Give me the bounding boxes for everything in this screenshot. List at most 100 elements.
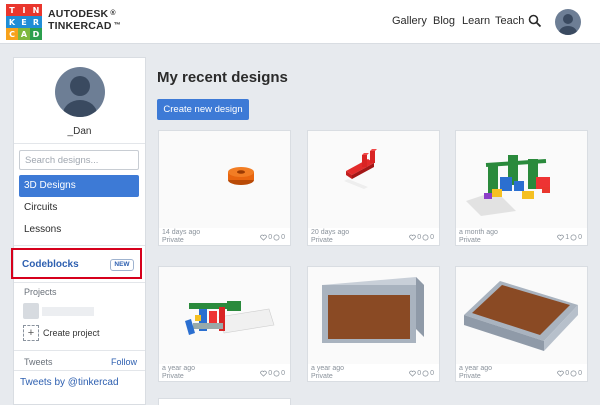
design-thumbnail-brown-box[interactable] bbox=[308, 267, 439, 364]
design-thumbnail-orange-ring[interactable] bbox=[159, 131, 290, 228]
card-privacy: Private bbox=[311, 237, 333, 244]
logo-letter: C bbox=[6, 28, 18, 40]
like-count: 1 bbox=[565, 234, 570, 241]
comment-count: 0 bbox=[281, 234, 285, 241]
page-title: My recent designs bbox=[157, 69, 288, 86]
card-privacy: Private bbox=[459, 373, 481, 380]
card-privacy: Private bbox=[459, 237, 481, 244]
card-date: 20 days ago bbox=[311, 229, 350, 236]
comment-count: 0 bbox=[578, 370, 582, 377]
create-project-label: Create project bbox=[43, 328, 100, 338]
comment-icon[interactable] bbox=[273, 370, 280, 377]
card-stats: 0 0 bbox=[260, 234, 285, 241]
divider bbox=[14, 350, 145, 351]
design-card[interactable]: 14 days ago Private 0 0 bbox=[158, 130, 291, 246]
username[interactable]: _Dan bbox=[14, 126, 145, 137]
comment-count: 0 bbox=[281, 370, 285, 377]
comment-count: 0 bbox=[430, 234, 434, 241]
like-count: 0 bbox=[268, 370, 273, 377]
card-stats: 0 0 bbox=[260, 370, 285, 377]
logo-letter: E bbox=[18, 16, 30, 28]
nav-learn[interactable]: Learn bbox=[462, 15, 490, 27]
tweets-by-link[interactable]: Tweets by @tinkercad bbox=[20, 377, 119, 388]
project-thumbnail[interactable] bbox=[23, 303, 39, 319]
plus-icon: + bbox=[23, 325, 39, 341]
new-badge: NEW bbox=[110, 259, 134, 271]
comment-icon[interactable] bbox=[273, 234, 280, 241]
create-new-design-button[interactable]: Create new design bbox=[157, 99, 249, 120]
divider bbox=[14, 245, 145, 246]
heart-icon[interactable] bbox=[260, 370, 267, 377]
logo-letter: A bbox=[18, 28, 30, 40]
nav-blog[interactable]: Blog bbox=[433, 15, 455, 27]
tweets-heading: Tweets bbox=[24, 357, 53, 367]
comment-count: 0 bbox=[430, 370, 434, 377]
comment-count: 0 bbox=[578, 234, 582, 241]
card-stats: 0 0 bbox=[409, 370, 434, 377]
sidebar-item-lessons[interactable]: Lessons bbox=[19, 219, 139, 241]
trademark-mark: ™ bbox=[113, 22, 121, 29]
user-avatar[interactable] bbox=[555, 9, 581, 35]
design-card[interactable]: a year ago Private 0 0 bbox=[307, 266, 440, 382]
comment-icon[interactable] bbox=[422, 370, 429, 377]
logo-letter: T bbox=[6, 4, 18, 16]
create-project-button[interactable]: + Create project bbox=[23, 324, 100, 342]
design-thumbnail-mechanism[interactable] bbox=[159, 267, 290, 364]
heart-icon[interactable] bbox=[557, 234, 564, 241]
like-count: 0 bbox=[565, 370, 570, 377]
sidebar-item-3d-designs[interactable]: 3D Designs bbox=[19, 175, 139, 197]
design-thumbnail-color-assembly[interactable] bbox=[456, 131, 587, 228]
tinkercad-logo[interactable]: T I N K E R C A D bbox=[6, 4, 42, 40]
design-card[interactable]: 20 days ago Private 0 0 bbox=[307, 130, 440, 246]
logo-letter: D bbox=[30, 28, 42, 40]
heart-icon[interactable] bbox=[557, 370, 564, 377]
card-date: a year ago bbox=[459, 365, 493, 372]
card-date: a month ago bbox=[459, 229, 498, 236]
card-stats: 0 0 bbox=[409, 234, 434, 241]
card-date: a year ago bbox=[311, 365, 345, 372]
design-thumbnail-red-bracket[interactable] bbox=[308, 131, 439, 228]
design-card[interactable]: a month ago Private 1 0 bbox=[455, 130, 588, 246]
logo-letter: K bbox=[6, 16, 18, 28]
divider bbox=[14, 370, 145, 371]
card-privacy: Private bbox=[311, 373, 333, 380]
comment-icon[interactable] bbox=[570, 370, 577, 377]
like-count: 0 bbox=[417, 234, 422, 241]
nav-teach[interactable]: Teach bbox=[495, 15, 524, 27]
card-date: a year ago bbox=[162, 365, 196, 372]
design-card[interactable]: a year ago Private 0 0 bbox=[455, 266, 588, 382]
heart-icon[interactable] bbox=[260, 234, 267, 241]
project-name-placeholder[interactable] bbox=[42, 307, 94, 316]
design-card-partial[interactable] bbox=[158, 398, 291, 405]
logo-letter: N bbox=[30, 4, 42, 16]
card-privacy: Private bbox=[162, 237, 184, 244]
search-designs-input[interactable] bbox=[19, 150, 139, 170]
card-date: 14 days ago bbox=[162, 229, 201, 236]
logo-letter: I bbox=[18, 4, 30, 16]
design-thumbnail-brown-slab[interactable] bbox=[456, 267, 587, 364]
like-count: 0 bbox=[268, 234, 273, 241]
card-stats: 1 0 bbox=[557, 234, 582, 241]
nav-gallery[interactable]: Gallery bbox=[392, 15, 427, 27]
comment-icon[interactable] bbox=[570, 234, 577, 241]
user-silhouette-icon bbox=[63, 76, 97, 117]
sidebar-item-codeblocks[interactable]: Codeblocks NEW bbox=[11, 248, 142, 279]
user-silhouette-icon bbox=[559, 14, 577, 35]
card-privacy: Private bbox=[162, 373, 184, 380]
registered-mark: ® bbox=[110, 10, 116, 17]
top-header: T I N K E R C A D AUTODESK ® TINKERCAD ™ G… bbox=[0, 0, 600, 44]
comment-icon[interactable] bbox=[422, 234, 429, 241]
profile-avatar[interactable] bbox=[55, 67, 105, 117]
sidebar-item-circuits[interactable]: Circuits bbox=[19, 197, 139, 219]
projects-heading: Projects bbox=[24, 287, 57, 297]
follow-link[interactable]: Follow bbox=[111, 357, 137, 367]
brand-name[interactable]: AUTODESK ® TINKERCAD ™ bbox=[48, 8, 121, 32]
logo-letter: R bbox=[30, 16, 42, 28]
codeblocks-label: Codeblocks bbox=[22, 259, 79, 270]
heart-icon[interactable] bbox=[409, 234, 416, 241]
search-icon[interactable] bbox=[528, 14, 542, 28]
card-stats: 0 0 bbox=[557, 370, 582, 377]
sidebar: _Dan 3D Designs Circuits Lessons Codeblo… bbox=[11, 57, 146, 405]
heart-icon[interactable] bbox=[409, 370, 416, 377]
design-card[interactable]: a year ago Private 0 0 bbox=[158, 266, 291, 382]
